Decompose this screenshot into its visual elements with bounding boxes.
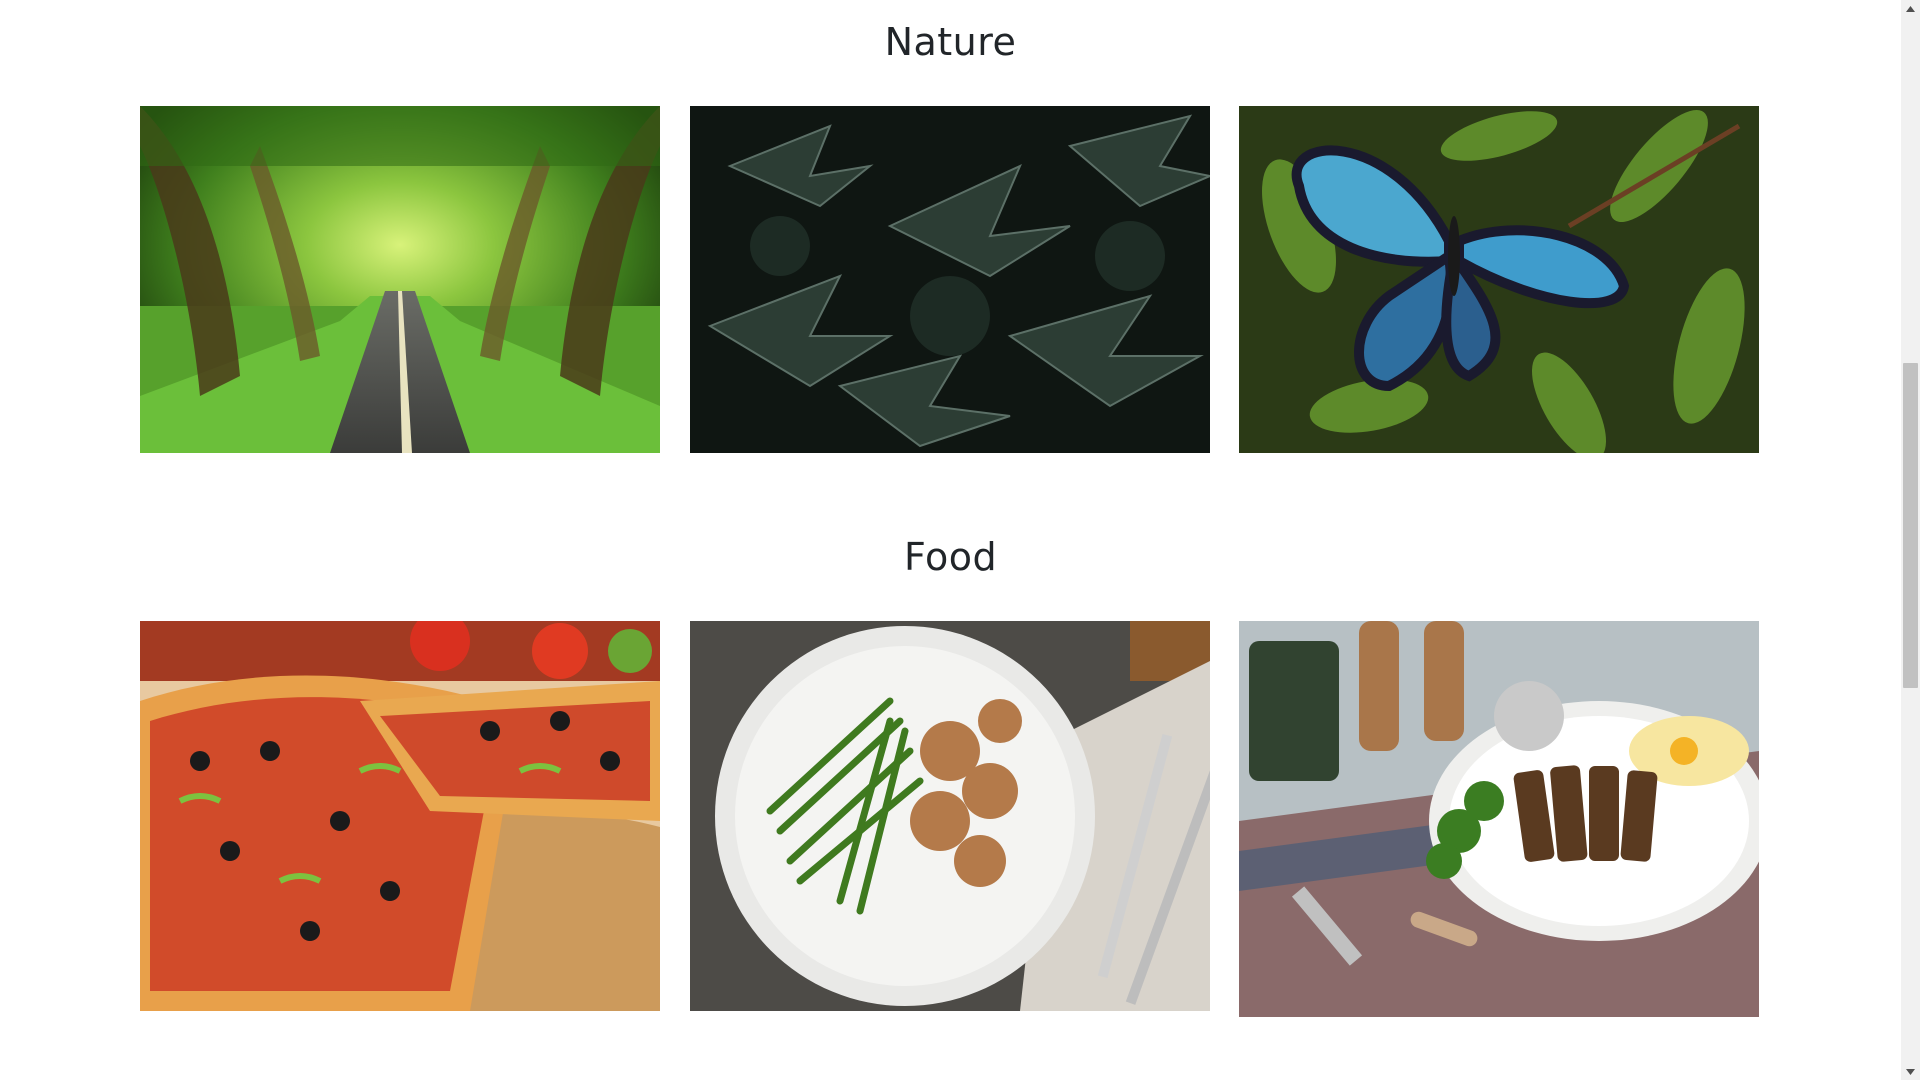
photo-pizza[interactable] — [140, 621, 660, 1011]
section-title-nature: Nature — [884, 20, 1017, 64]
photo-tree-road[interactable] — [140, 106, 660, 453]
section-title-food: Food — [903, 535, 998, 579]
scroll-up-arrow-icon[interactable] — [1901, 0, 1920, 17]
photo-dark-leaves[interactable] — [690, 106, 1210, 453]
vertical-scrollbar[interactable] — [1901, 0, 1920, 1080]
dark-leaves-image — [690, 106, 1210, 453]
gallery-page: Nature Food — [0, 0, 1901, 1080]
scroll-down-arrow-icon[interactable] — [1901, 1063, 1920, 1080]
photo-green-beans-chicken[interactable] — [690, 621, 1210, 1011]
pizza-image — [140, 621, 660, 1011]
photo-blue-butterfly[interactable] — [1239, 106, 1759, 453]
scrollbar-thumb[interactable] — [1903, 363, 1918, 688]
tree-road-image — [140, 106, 660, 453]
blue-butterfly-image — [1239, 106, 1759, 453]
green-beans-chicken-image — [690, 621, 1210, 1011]
photo-steak-plate[interactable] — [1239, 621, 1759, 1017]
steak-plate-image — [1239, 621, 1759, 1017]
